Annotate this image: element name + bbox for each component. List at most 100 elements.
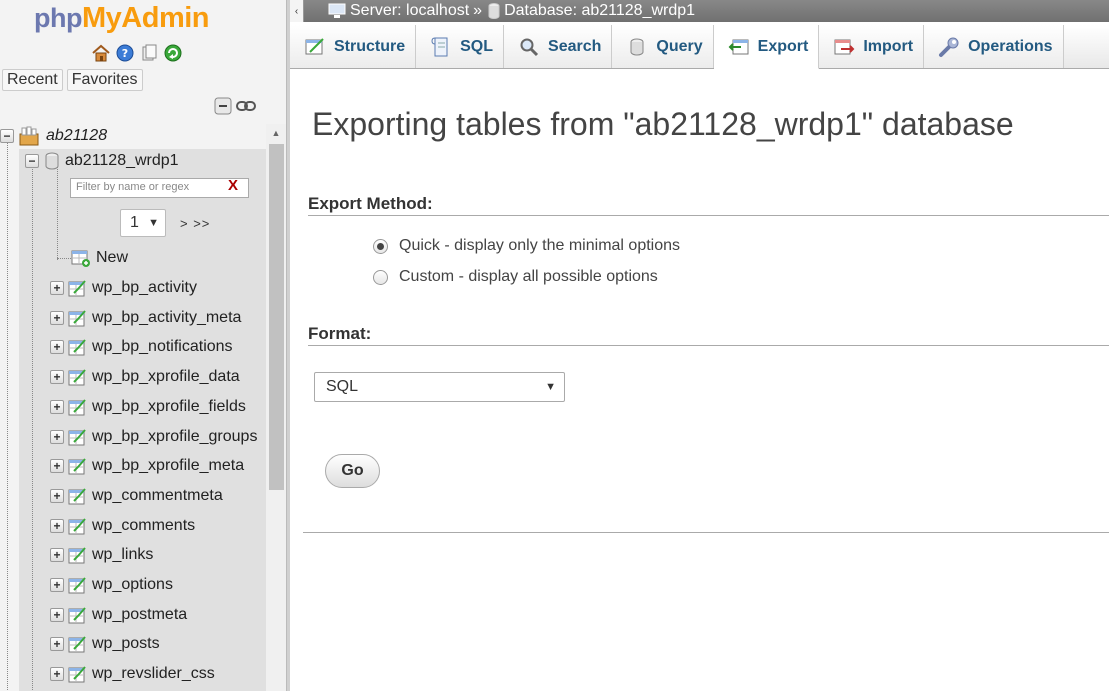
expand-icon[interactable]: + [50, 518, 64, 533]
tree-node-table[interactable]: + wp_revslider_css [50, 662, 215, 686]
table-icon [68, 576, 86, 594]
radio-quick[interactable]: Quick - display only the minimal options [373, 237, 680, 255]
page-select[interactable]: 1 ▼ [120, 209, 166, 237]
main-content: Exporting tables from "ab21128_wrdp1" da… [290, 70, 1109, 691]
export-icon [728, 36, 750, 58]
export-method-heading: Export Method: [308, 194, 433, 213]
format-heading: Format: [308, 324, 372, 343]
tab-structure[interactable]: Structure [290, 25, 417, 68]
table-icon [68, 368, 86, 386]
scroll-up-icon[interactable]: ▲ [266, 124, 286, 142]
divider [303, 532, 1109, 533]
tree-node-table[interactable]: + wp_bp_notifications [50, 335, 233, 359]
radio-custom-button[interactable] [373, 269, 388, 285]
expand-icon[interactable]: + [50, 340, 64, 355]
tab-import[interactable]: Import [819, 25, 925, 68]
favorites-tab[interactable]: Favorites [66, 69, 143, 91]
navigation-panel: phpMyAdmin ? Recent Favorites − ab21128 … [0, 0, 288, 691]
table-name: wp_comments [92, 516, 196, 534]
tree-node-table[interactable]: + wp_bp_activity [50, 276, 197, 300]
tree-node-table[interactable]: + wp_comments [50, 514, 195, 538]
tree-node-table[interactable]: + wp_bp_xprofile_data [50, 365, 240, 389]
table-icon [68, 279, 86, 297]
tree-node-table[interactable]: + wp_bp_xprofile_groups [50, 425, 257, 449]
table-name: wp_bp_activity_meta [92, 308, 242, 326]
radio-custom[interactable]: Custom - display all possible options [373, 268, 658, 286]
svg-text:?: ? [122, 47, 128, 60]
query-icon [626, 36, 648, 58]
expand-icon[interactable]: + [50, 667, 64, 682]
expand-icon[interactable]: + [50, 637, 64, 652]
next-page-link[interactable]: > >> [180, 216, 210, 231]
collapse-all-icon[interactable] [214, 96, 234, 121]
tree-node-table[interactable]: + wp_commentmeta [50, 484, 223, 508]
expand-icon[interactable]: + [50, 281, 64, 295]
tab-search[interactable]: Search [504, 25, 613, 68]
expand-icon[interactable]: + [50, 578, 64, 592]
scrollbar-thumb[interactable] [269, 144, 284, 490]
table-name: wp_bp_xprofile_meta [92, 457, 245, 475]
tree-node-table[interactable]: + wp_posts [50, 632, 160, 656]
tab-sql[interactable]: SQL [416, 25, 505, 68]
expand-icon[interactable]: + [50, 399, 64, 414]
clear-filter-button[interactable]: X [228, 177, 238, 194]
server-icon [18, 125, 40, 147]
table-name: wp_revslider_css [92, 665, 215, 683]
server-node-label: ab21128 [46, 127, 108, 144]
expand-icon[interactable]: + [50, 429, 64, 444]
reload-icon[interactable] [163, 43, 183, 63]
tree-node-database[interactable]: − ab21128_wrdp1 [25, 149, 179, 173]
table-name: wp_bp_xprofile_groups [92, 427, 258, 445]
tree-node-table[interactable]: + wp_bp_xprofile_fields [50, 395, 246, 419]
format-select[interactable]: SQL ▼ [314, 372, 565, 402]
tree-node-table[interactable]: + wp_postmeta [50, 603, 187, 627]
tab-label: Operations [968, 37, 1053, 55]
tree-node-table[interactable]: + wp_bp_activity_meta [50, 306, 241, 330]
tree-connector [57, 257, 71, 259]
expand-icon[interactable]: + [50, 370, 64, 385]
tree-node-table[interactable]: + wp_links [50, 543, 153, 567]
expand-icon[interactable]: + [50, 548, 64, 563]
logo-admin: Admin [121, 2, 209, 34]
tree-node-server[interactable]: − ab21128 [0, 124, 107, 148]
tab-operations[interactable]: Operations [924, 25, 1064, 68]
radio-quick-button[interactable] [373, 238, 388, 254]
tree-guide-line [7, 138, 8, 691]
go-button[interactable]: Go [325, 454, 380, 488]
sql-icon [430, 36, 452, 58]
collapse-icon[interactable]: − [0, 129, 14, 143]
table-name: wp_bp_activity [92, 279, 197, 296]
tab-query[interactable]: Query [612, 25, 714, 68]
expand-icon[interactable]: + [50, 607, 64, 622]
link-with-main-icon[interactable] [236, 96, 256, 121]
breadcrumb-server[interactable]: Server: localhost » [328, 2, 482, 20]
chevron-down-icon: ▼ [148, 217, 159, 229]
table-icon [68, 457, 86, 475]
home-icon[interactable] [91, 43, 111, 63]
table-name: wp_commentmeta [92, 486, 223, 504]
breadcrumb-database-label: Database: ab21128_wrdp1 [504, 2, 696, 19]
tab-label: Import [863, 37, 914, 55]
new-table-label: New [96, 249, 129, 266]
tree-node-table[interactable]: + wp_bp_xprofile_meta [50, 454, 244, 478]
tab-export[interactable]: Export [713, 25, 820, 69]
tab-label: Query [656, 37, 703, 55]
breadcrumb-database[interactable]: Database: ab21128_wrdp1 [488, 2, 695, 20]
expand-icon[interactable]: + [50, 488, 64, 503]
collapse-nav-icon[interactable]: ‹ [290, 0, 304, 22]
expand-icon[interactable]: + [50, 310, 64, 325]
table-name: wp_bp_xprofile_fields [92, 397, 246, 415]
breadcrumb-bar: ‹ Server: localhost » Database: ab21128_… [290, 0, 1109, 22]
table-filter-input[interactable]: Filter by name or regex [70, 178, 249, 198]
expand-icon[interactable]: + [50, 459, 64, 474]
phpmyadmin-logo[interactable]: phpMyAdmin [34, 0, 209, 36]
tree-node-table[interactable]: + wp_options [50, 573, 173, 597]
collapse-icon[interactable]: − [25, 154, 39, 168]
help-icon[interactable]: ? [115, 43, 135, 63]
tree-guide-line [32, 160, 33, 691]
nav-scrollbar[interactable]: ▲ [266, 124, 286, 691]
recent-tab[interactable]: Recent [2, 69, 63, 91]
documentation-icon[interactable] [139, 43, 159, 63]
tab-label: Search [548, 37, 602, 55]
tree-node-new[interactable]: New [57, 246, 128, 270]
